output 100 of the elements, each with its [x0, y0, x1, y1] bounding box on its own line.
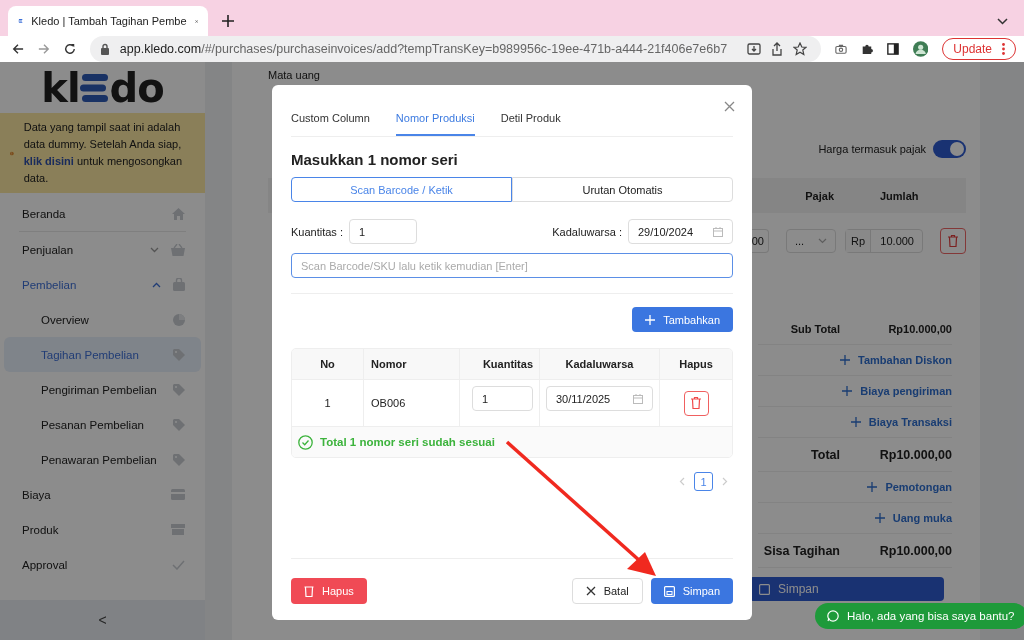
- plus-icon: [850, 417, 861, 427]
- cancel-button[interactable]: Batal: [571, 578, 643, 604]
- mode-option[interactable]: Urutan Otomatis: [512, 177, 733, 202]
- logo-text: do: [109, 67, 164, 108]
- add-link[interactable]: Uang muka: [874, 512, 952, 524]
- avatar-icon[interactable]: [913, 40, 929, 58]
- column-header: Kadaluwarsa: [540, 349, 660, 379]
- reload-icon[interactable]: [63, 42, 76, 56]
- sidebar-icon[interactable]: [887, 42, 899, 56]
- notice-link[interactable]: klik disini: [23, 155, 74, 167]
- plus-icon: [874, 513, 885, 523]
- delete-button[interactable]: [683, 390, 709, 416]
- new-tab-icon[interactable]: [222, 15, 234, 27]
- lock-icon: [99, 43, 110, 55]
- amount-field[interactable]: Rp 10.000: [845, 229, 923, 253]
- date-field[interactable]: 30/11/2025: [546, 386, 653, 411]
- update-button[interactable]: Update: [942, 38, 1017, 60]
- summary-label: Total: [810, 447, 840, 462]
- scan-field[interactable]: Scan Barcode/SKU lalu ketik kemudian [Enter]: [291, 253, 733, 278]
- save-button[interactable]: Simpan: [650, 578, 733, 604]
- field-label: Kuantitas :: [291, 225, 343, 238]
- menu-item[interactable]: Approval: [0, 547, 205, 582]
- summary-value: Rp10.000,00: [887, 323, 952, 335]
- logo-text: kl: [41, 67, 80, 108]
- table-cell: OB006: [364, 380, 460, 426]
- add-link[interactable]: Tambahan Diskon: [840, 354, 952, 366]
- mode-option[interactable]: Scan Barcode / Ketik: [291, 177, 512, 202]
- page-button[interactable]: 1: [694, 472, 713, 491]
- puzzle-icon[interactable]: [861, 42, 874, 56]
- menu-item[interactable]: Beranda: [0, 196, 205, 231]
- box-icon: [171, 524, 185, 535]
- table-cell: 1: [292, 380, 364, 426]
- tag-icon: [173, 453, 185, 466]
- submenu-item[interactable]: Tagihan Pembelian: [4, 337, 201, 372]
- install-icon[interactable]: [747, 42, 762, 56]
- save-icon: [759, 583, 770, 595]
- check-circle-icon: [298, 434, 313, 450]
- column-header: Kuantitas: [460, 349, 540, 379]
- calendar-icon: [713, 226, 723, 237]
- chevron-down-icon[interactable]: [997, 18, 1008, 25]
- menu-item[interactable]: Pembelian: [0, 267, 205, 302]
- summary-value: Rp10.000,00: [878, 543, 952, 558]
- plus-icon: [842, 386, 853, 396]
- submenu-item[interactable]: Pesanan Pembelian: [0, 407, 205, 442]
- dialog-heading: Masukkan 1 nomor seri: [291, 151, 459, 168]
- chevron-down-icon: [818, 238, 827, 244]
- column-header: No: [292, 349, 364, 379]
- menu-item[interactable]: Produk: [0, 512, 205, 547]
- forward-icon[interactable]: [37, 42, 50, 56]
- tab[interactable]: Custom Column: [291, 105, 370, 136]
- summary-label: Sisa Tagihan: [762, 543, 840, 558]
- back-icon[interactable]: [12, 42, 24, 56]
- tag-icon: [173, 418, 185, 431]
- share-icon[interactable]: [771, 42, 784, 56]
- tab[interactable]: Nomor Produksi: [395, 105, 475, 136]
- column-header: Pajak: [805, 189, 834, 202]
- add-link[interactable]: Pemotongan: [867, 481, 952, 493]
- close-icon[interactable]: [724, 101, 735, 112]
- status-message: Total 1 nomor seri sudah sesuai: [320, 436, 495, 448]
- notice-text: Data yang tampil saat ini adalah data dummy. Setelah Anda siap, klik disini untuk mengosongkan data.: [23, 120, 184, 186]
- toggle-switch[interactable]: [933, 140, 966, 158]
- add-link[interactable]: Biaya pengiriman: [842, 385, 952, 397]
- chat-bubble-icon: [827, 610, 839, 622]
- delete-button[interactable]: [940, 228, 966, 254]
- submenu-item[interactable]: Overview: [0, 302, 205, 337]
- column-header: Hapus: [678, 357, 714, 372]
- quantity-field[interactable]: 1: [349, 219, 417, 244]
- save-button[interactable]: Simpan: [749, 577, 944, 601]
- save-icon: [663, 585, 675, 597]
- address-bar[interactable]: app.kledo.com/#/purchases/purchaseinvoices/add?tempTransKey=b989956c-19ee-471b-a444-21f406e7e6b7: [89, 36, 822, 62]
- add-button[interactable]: Tambahkan: [632, 307, 733, 332]
- menu-item[interactable]: Biaya: [0, 477, 205, 512]
- close-icon: [585, 586, 596, 596]
- column-header: Jumlah: [880, 189, 920, 202]
- menu-item[interactable]: Penjualan: [0, 232, 205, 267]
- field-label: Kadaluwarsa :: [552, 225, 622, 238]
- column-header: Nomor: [364, 349, 460, 379]
- field-label: Mata uang: [268, 69, 320, 81]
- submenu-item[interactable]: Pengiriman Pembelian: [0, 372, 205, 407]
- add-link[interactable]: Biaya Transaksi: [850, 416, 952, 428]
- plus-icon: [867, 482, 878, 492]
- more-icon: [1002, 43, 1006, 55]
- trash-icon: [691, 397, 701, 409]
- tax-select[interactable]: ...: [786, 229, 836, 253]
- delete-button[interactable]: Hapus: [291, 578, 367, 604]
- browser-tab[interactable]: Kledo | Tambah Tagihan Pembe: [8, 6, 208, 36]
- summary-label: Sub Total: [789, 323, 840, 335]
- camera-icon[interactable]: [835, 43, 848, 55]
- date-field[interactable]: 29/10/2024: [628, 219, 733, 244]
- trash-icon: [304, 585, 314, 597]
- chat-button[interactable]: Halo, ada yang bisa saya bantu?: [815, 603, 1024, 629]
- star-icon[interactable]: [793, 42, 808, 56]
- quantity-field[interactable]: 1: [472, 386, 533, 411]
- submenu-item[interactable]: Penawaran Pembelian: [0, 442, 205, 477]
- bag-icon: [173, 278, 185, 291]
- summary-value: Rp10.000,00: [878, 447, 952, 462]
- plus-icon: [840, 355, 851, 365]
- check-icon: [172, 559, 185, 570]
- tab[interactable]: Detil Produk: [500, 105, 561, 136]
- collapse-button[interactable]: <: [0, 600, 205, 640]
